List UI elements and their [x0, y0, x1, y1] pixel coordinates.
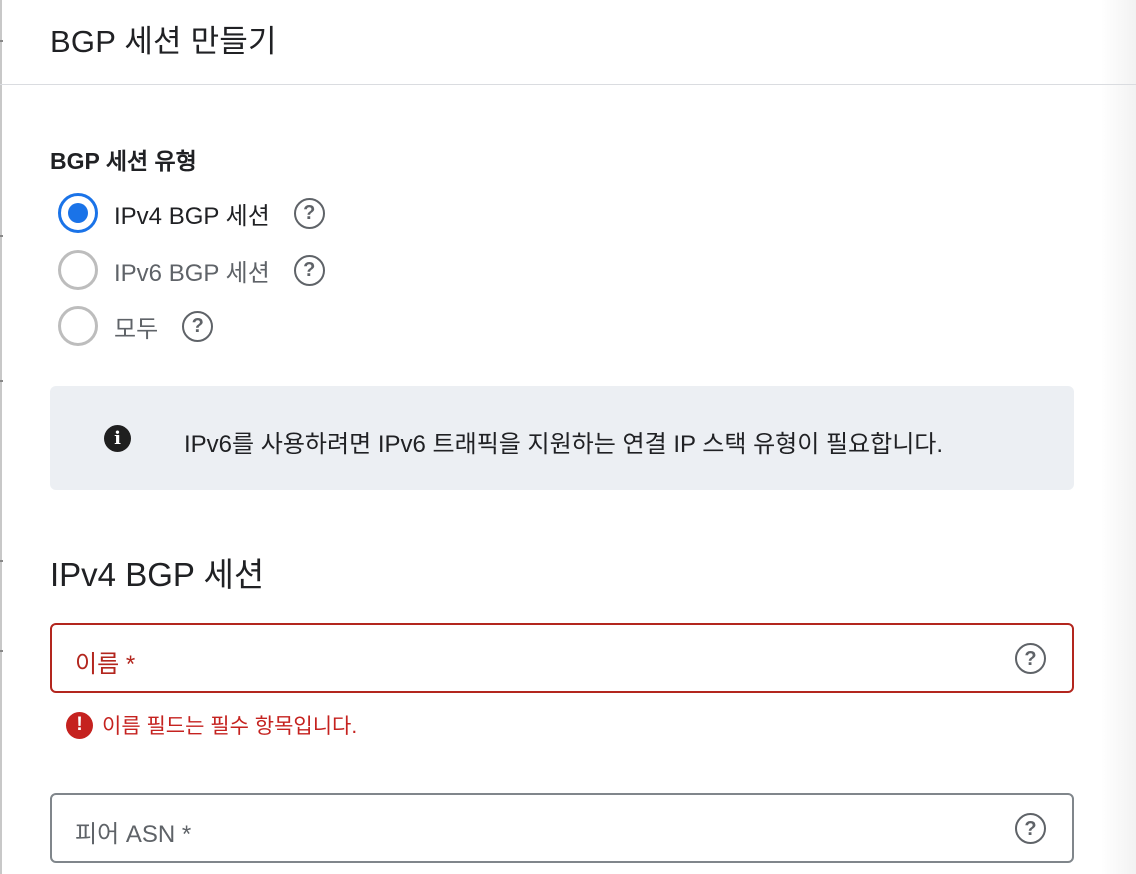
help-icon[interactable]: ?: [1015, 813, 1046, 844]
radio-label-ipv6: IPv6 BGP 세션: [114, 259, 270, 287]
help-icon[interactable]: ?: [293, 254, 325, 286]
background-page-edge: [0, 0, 2, 874]
radio-label-ipv4: IPv4 BGP 세션: [114, 202, 270, 230]
radio-button[interactable]: [58, 306, 98, 346]
edge-tick: [0, 235, 3, 237]
help-icon[interactable]: ?: [1015, 643, 1046, 674]
info-icon: i: [104, 425, 131, 452]
help-icon[interactable]: ?: [293, 197, 325, 229]
edge-tick: [0, 560, 3, 562]
radio-label-both: 모두: [114, 315, 159, 343]
info-banner-text: IPv6를 사용하려면 IPv6 트래픽을 지원하는 연결 IP 스택 유형이 …: [184, 431, 944, 458]
edge-tick: [0, 650, 3, 652]
dialog-title: BGP 세션 만들기: [50, 24, 277, 59]
help-icon[interactable]: ?: [182, 310, 214, 342]
name-field-label: 이름 *: [75, 651, 136, 678]
scroll-shadow: [1100, 0, 1136, 874]
error-message: 이름 필드는 필수 항목입니다.: [102, 715, 358, 738]
session-type-label: BGP 세션 유형: [50, 148, 197, 174]
radio-option-both[interactable]: 모두 ?: [58, 306, 214, 346]
radio-option-ipv6[interactable]: IPv6 BGP 세션 ?: [58, 250, 325, 290]
dialog-header: BGP 세션 만들기: [0, 0, 1136, 85]
radio-option-ipv4[interactable]: IPv4 BGP 세션 ?: [58, 193, 325, 233]
info-banner: i IPv6를 사용하려면 IPv6 트래픽을 지원하는 연결 IP 스택 유형…: [50, 386, 1074, 490]
edge-tick: [0, 380, 3, 382]
radio-button[interactable]: [58, 250, 98, 290]
name-field[interactable]: 이름 * ?: [50, 623, 1074, 693]
create-bgp-session-dialog: BGP 세션 만들기 BGP 세션 유형 IPv4 BGP 세션 ? IPv6 …: [0, 0, 1136, 874]
name-field-error: ! 이름 필드는 필수 항목입니다.: [66, 710, 357, 740]
peer-asn-field[interactable]: 피어 ASN * ?: [50, 793, 1074, 863]
peer-asn-field-label: 피어 ASN *: [75, 821, 192, 848]
radio-button-checked[interactable]: [58, 193, 98, 233]
ipv4-section-title: IPv4 BGP 세션: [50, 556, 265, 593]
error-icon: !: [66, 711, 93, 739]
